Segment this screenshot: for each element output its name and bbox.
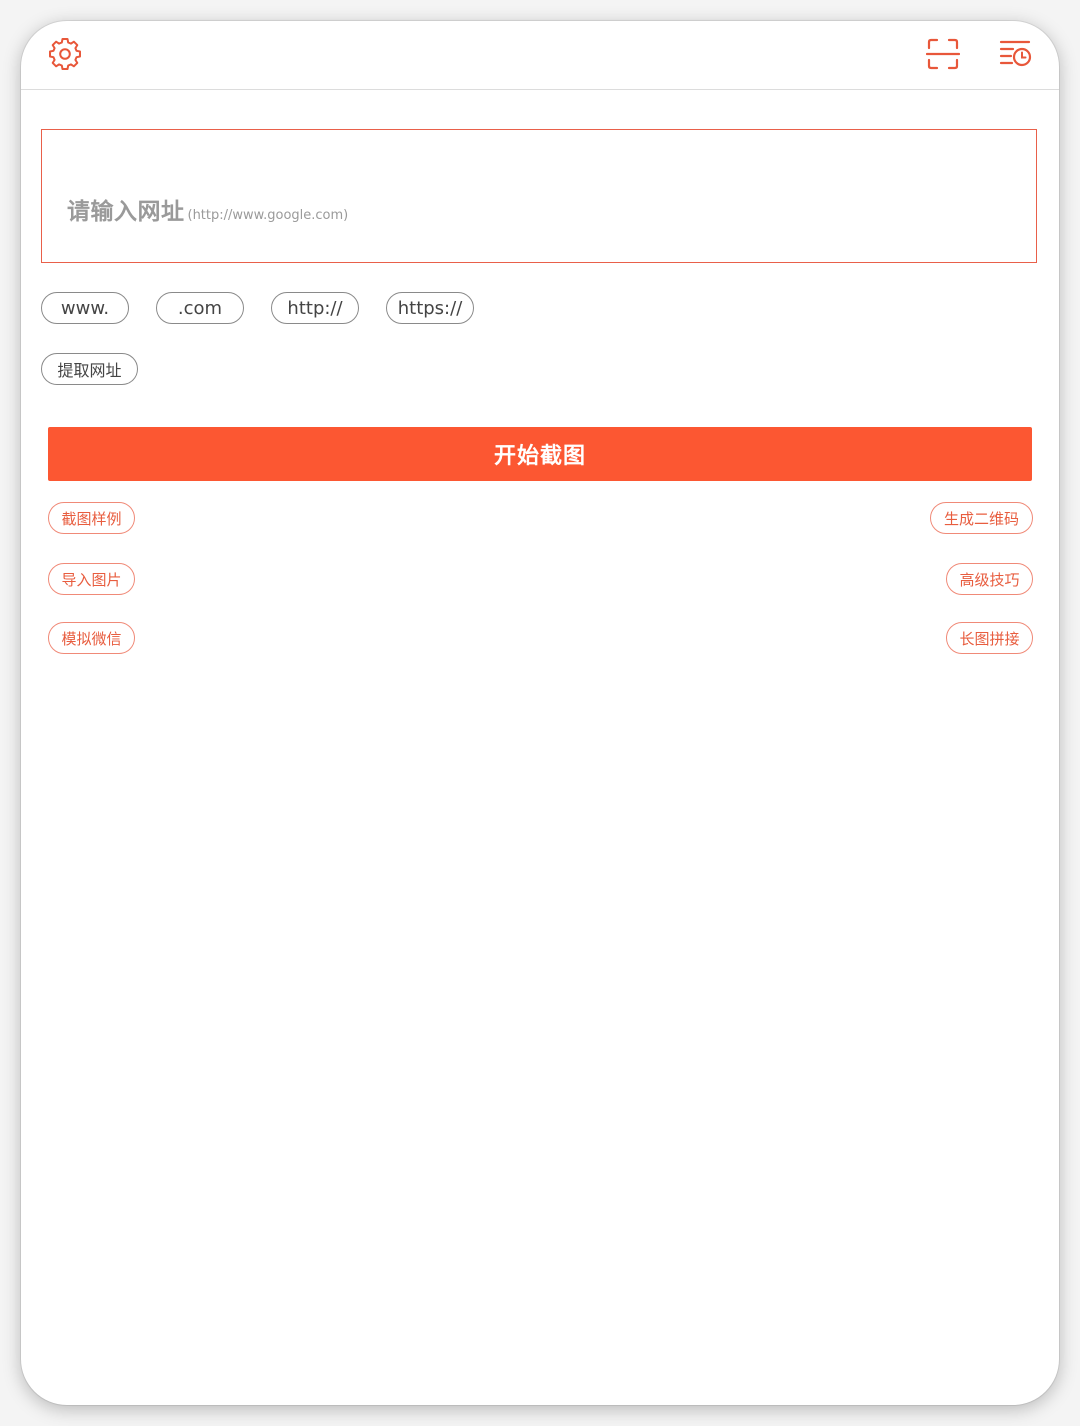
start-screenshot-button[interactable]: 开始截图 — [48, 427, 1032, 481]
history-list-icon — [999, 40, 1032, 67]
generate-qrcode-button[interactable]: 生成二维码 — [930, 502, 1033, 534]
gear-icon — [49, 38, 81, 70]
scan-frame-icon — [926, 38, 960, 70]
url-input[interactable]: 请输入网址 (http://www.google.com) — [41, 129, 1037, 263]
insert-https-button[interactable]: https:// — [386, 292, 474, 324]
import-image-button[interactable]: 导入图片 — [48, 563, 135, 595]
simulate-wechat-button[interactable]: 模拟微信 — [48, 622, 135, 654]
url-placeholder: 请输入网址 (http://www.google.com) — [67, 192, 348, 226]
insert-www-button[interactable]: www. — [41, 292, 129, 324]
url-placeholder-main: 请输入网址 — [67, 199, 185, 225]
app-window: 请输入网址 (http://www.google.com) www. .com h… — [21, 21, 1059, 1405]
screen: 请输入网址 (http://www.google.com) www. .com h… — [0, 0, 1080, 1426]
top-toolbar — [21, 21, 1059, 90]
scan-button[interactable] — [923, 34, 963, 74]
insert-http-button[interactable]: http:// — [271, 292, 359, 324]
url-placeholder-hint: (http://www.google.com) — [187, 208, 349, 223]
settings-button[interactable] — [45, 34, 85, 74]
history-button[interactable] — [995, 34, 1035, 74]
extract-url-button[interactable]: 提取网址 — [41, 353, 138, 385]
screenshot-samples-button[interactable]: 截图样例 — [48, 502, 135, 534]
long-image-stitch-button[interactable]: 长图拼接 — [946, 622, 1033, 654]
advanced-tips-button[interactable]: 高级技巧 — [946, 563, 1033, 595]
insert-com-button[interactable]: .com — [156, 292, 244, 324]
